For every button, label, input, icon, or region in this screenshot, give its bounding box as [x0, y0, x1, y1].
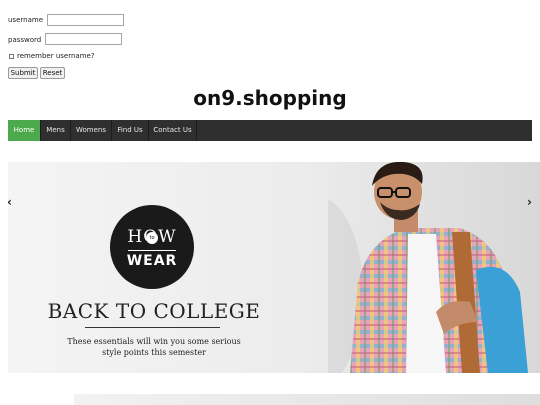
username-label: username — [8, 16, 43, 24]
nav-item-womens[interactable]: Womens — [71, 120, 112, 141]
username-row: username — [8, 16, 43, 24]
reset-button[interactable]: Reset — [40, 67, 65, 79]
username-input[interactable] — [47, 14, 124, 26]
hero-slider: ‹ › HOW to WEAR BACK TO COLLEGE These es… — [8, 162, 540, 373]
badge-wear-text: WEAR — [126, 253, 178, 269]
remember-checkbox[interactable] — [9, 54, 14, 59]
slide-headline: BACK TO COLLEGE — [47, 299, 261, 323]
slide-subtext-line-2: style points this semester — [102, 348, 206, 357]
second-banner — [74, 394, 540, 405]
badge-to-text: to — [146, 232, 158, 244]
how-to-wear-logo: HOW to WEAR — [110, 205, 194, 289]
nav-item-find-us[interactable]: Find Us — [112, 120, 149, 141]
badge-divider — [128, 250, 176, 251]
model-photo — [328, 162, 528, 373]
nav-item-mens[interactable]: Mens — [41, 120, 71, 141]
headline-rule — [85, 327, 220, 328]
remember-label: remember username? — [17, 52, 95, 60]
password-row: password — [8, 36, 41, 44]
site-title: on9.shopping — [193, 86, 347, 110]
submit-button[interactable]: Submit — [8, 67, 38, 79]
remember-row: remember username? — [17, 52, 95, 60]
nav-item-contact-us[interactable]: Contact Us — [149, 120, 197, 141]
nav-item-home[interactable]: Home — [8, 120, 41, 141]
main-nav: Home Mens Womens Find Us Contact Us — [8, 120, 532, 141]
slide-subtext-line-1: These essentials will win you some serio… — [67, 337, 241, 346]
password-input[interactable] — [45, 33, 122, 45]
password-label: password — [8, 36, 42, 44]
slider-prev-arrow[interactable]: ‹ — [8, 195, 12, 209]
slide-subtext: These essentials will win you some serio… — [38, 336, 270, 358]
